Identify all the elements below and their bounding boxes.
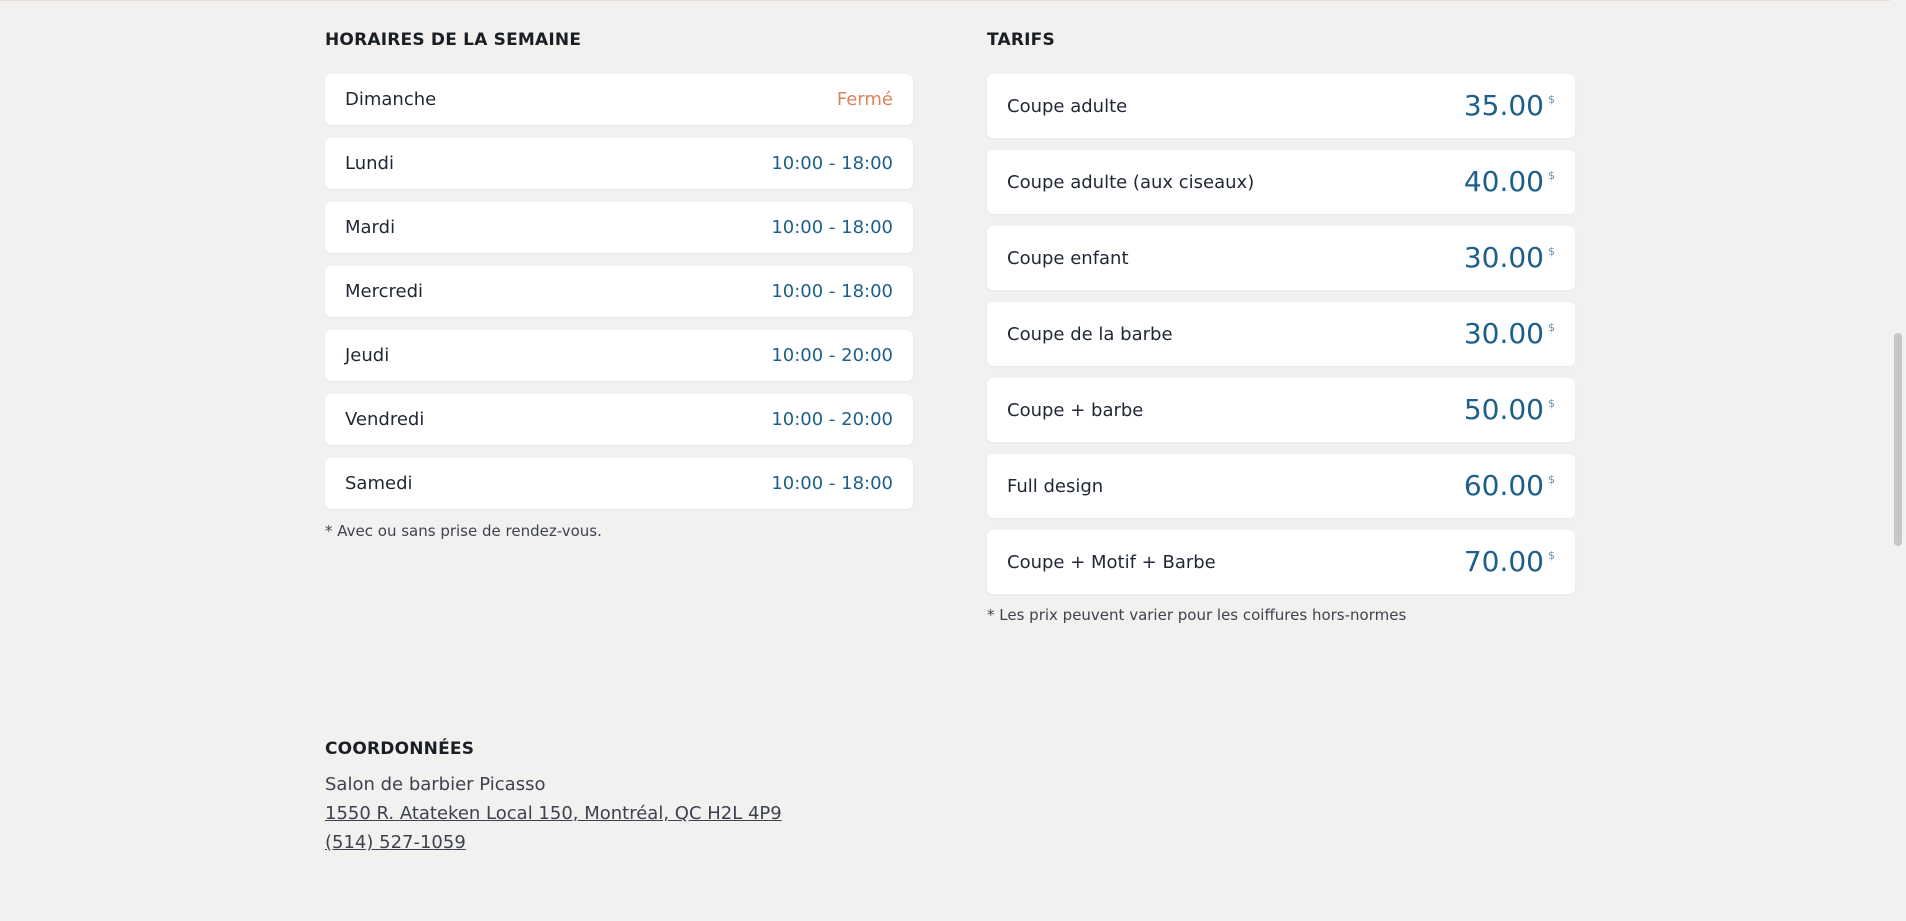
- price-amount: 30.00: [1463, 241, 1544, 274]
- prices-note: * Les prix peuvent varier pour les coiff…: [987, 606, 1407, 624]
- hours-row-monday: Lundi 10:00 - 18:00: [325, 138, 913, 189]
- price-amount: 40.00: [1463, 165, 1544, 198]
- price-row: Coupe de la barbe 30.00 $: [987, 302, 1575, 366]
- hours-value: 10:00 - 18:00: [771, 153, 893, 174]
- service-label: Coupe adulte: [1007, 95, 1128, 117]
- day-label: Mercredi: [345, 281, 424, 302]
- price-amount: 35.00: [1463, 89, 1544, 122]
- contact-section: COORDONNÉES Salon de barbier Picasso 155…: [325, 738, 782, 857]
- address-link[interactable]: 1550 R. Atateken Local 150, Montréal, QC…: [325, 803, 782, 824]
- day-label: Lundi: [345, 153, 394, 174]
- prices-list: Coupe adulte 35.00 $ Coupe adulte (aux c…: [987, 74, 1575, 594]
- top-divider: [0, 0, 1890, 1]
- price-value: 30.00 $: [1464, 319, 1555, 349]
- business-name: Salon de barbier Picasso: [325, 774, 546, 795]
- price-value: 35.00 $: [1464, 91, 1555, 121]
- day-label: Samedi: [345, 473, 413, 494]
- price-row: Coupe adulte (aux ciseaux) 40.00 $: [987, 150, 1575, 214]
- price-row: Full design 60.00 $: [987, 454, 1575, 518]
- service-label: Full design: [1007, 475, 1104, 497]
- day-label: Jeudi: [345, 345, 390, 366]
- hours-value: 10:00 - 18:00: [771, 217, 893, 238]
- service-label: Coupe + barbe: [1007, 399, 1144, 421]
- price-value: 70.00 $: [1464, 547, 1555, 577]
- service-label: Coupe adulte (aux ciseaux): [1007, 171, 1255, 193]
- currency-symbol: $: [1548, 321, 1555, 334]
- price-amount: 50.00: [1463, 393, 1544, 426]
- currency-symbol: $: [1548, 473, 1555, 486]
- hours-note: * Avec ou sans prise de rendez-vous.: [325, 522, 602, 540]
- hours-value: 10:00 - 20:00: [771, 409, 893, 430]
- hours-value: 10:00 - 20:00: [771, 345, 893, 366]
- hours-value: 10:00 - 18:00: [771, 473, 893, 494]
- contact-title: COORDONNÉES: [325, 739, 475, 759]
- currency-symbol: $: [1548, 549, 1555, 562]
- service-label: Coupe de la barbe: [1007, 323, 1173, 345]
- currency-symbol: $: [1548, 245, 1555, 258]
- price-row: Coupe adulte 35.00 $: [987, 74, 1575, 138]
- price-value: 40.00 $: [1464, 167, 1555, 197]
- currency-symbol: $: [1548, 93, 1555, 106]
- day-label: Dimanche: [345, 89, 437, 110]
- phone-link[interactable]: (514) 527-1059: [325, 832, 466, 853]
- price-row: Coupe enfant 30.00 $: [987, 226, 1575, 290]
- prices-title: TARIFS: [987, 30, 1055, 50]
- price-value: 50.00 $: [1464, 395, 1555, 425]
- hours-value: Fermé: [836, 89, 893, 110]
- service-label: Coupe + Motif + Barbe: [1007, 551, 1216, 573]
- hours-row-tuesday: Mardi 10:00 - 18:00: [325, 202, 913, 253]
- price-value: 30.00 $: [1464, 243, 1555, 273]
- hours-row-friday: Vendredi 10:00 - 20:00: [325, 394, 913, 445]
- currency-symbol: $: [1548, 397, 1555, 410]
- prices-section: TARIFS Coupe adulte 35.00 $ Coupe adulte…: [987, 29, 1575, 624]
- hours-list: Dimanche Fermé Lundi 10:00 - 18:00 Mardi…: [325, 74, 913, 509]
- hours-title: HORAIRES DE LA SEMAINE: [325, 30, 582, 50]
- hours-row-thursday: Jeudi 10:00 - 20:00: [325, 330, 913, 381]
- hours-row-sunday: Dimanche Fermé: [325, 74, 913, 125]
- price-row: Coupe + Motif + Barbe 70.00 $: [987, 530, 1575, 594]
- scrollbar-track[interactable]: [1890, 0, 1906, 921]
- price-amount: 60.00: [1463, 469, 1544, 502]
- day-label: Mardi: [345, 217, 396, 238]
- scrollbar-thumb[interactable]: [1894, 333, 1902, 546]
- service-label: Coupe enfant: [1007, 247, 1129, 269]
- weekly-hours-section: HORAIRES DE LA SEMAINE Dimanche Fermé Lu…: [325, 29, 913, 540]
- price-amount: 30.00: [1463, 317, 1544, 350]
- price-row: Coupe + barbe 50.00 $: [987, 378, 1575, 442]
- hours-row-saturday: Samedi 10:00 - 18:00: [325, 458, 913, 509]
- currency-symbol: $: [1548, 169, 1555, 182]
- hours-row-wednesday: Mercredi 10:00 - 18:00: [325, 266, 913, 317]
- hours-value: 10:00 - 18:00: [771, 281, 893, 302]
- price-value: 60.00 $: [1464, 471, 1555, 501]
- price-amount: 70.00: [1463, 545, 1544, 578]
- day-label: Vendredi: [345, 409, 425, 430]
